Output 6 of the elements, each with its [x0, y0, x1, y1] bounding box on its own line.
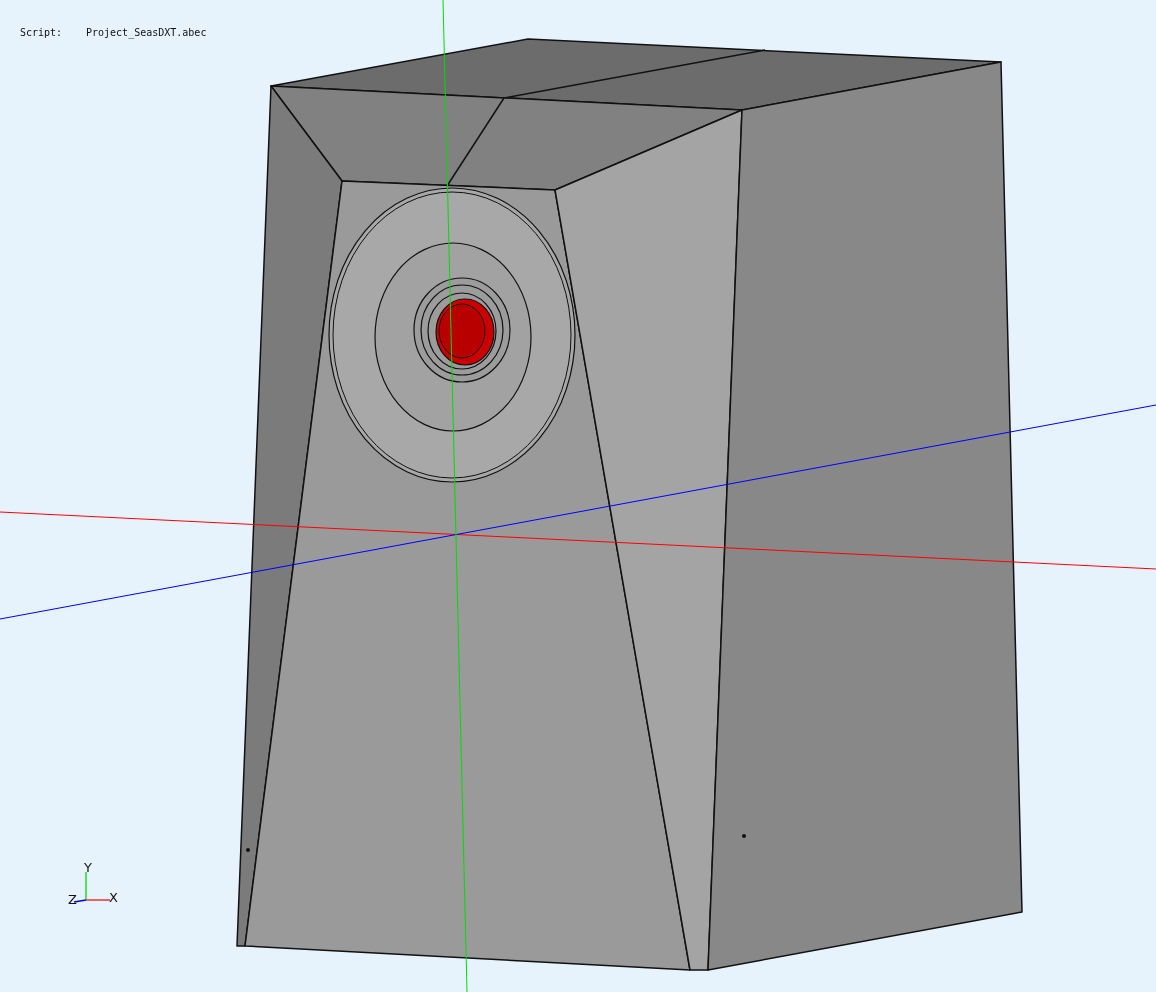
x-axis-label: X	[109, 890, 118, 905]
script-filename: Project_SeasDXT.abec	[86, 27, 207, 38]
3d-viewport[interactable]: Script: Project_SeasDXT.abec Y Z X	[0, 0, 1156, 992]
script-label: Script:	[20, 27, 63, 38]
z-axis-label: Z	[68, 892, 77, 907]
y-axis-label: Y	[84, 860, 92, 875]
